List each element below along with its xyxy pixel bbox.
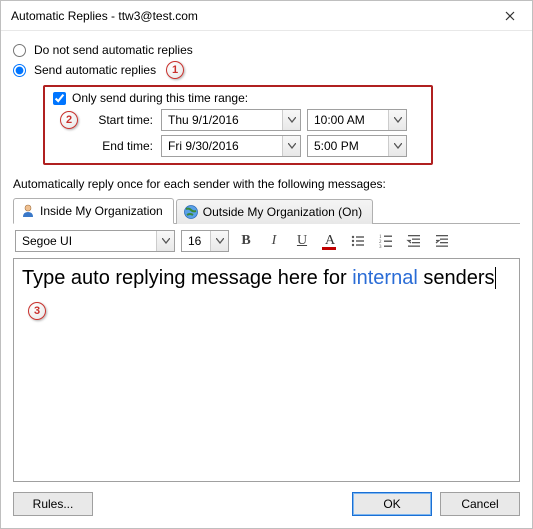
user-icon [20,203,36,219]
svg-text:3: 3 [379,245,382,249]
message-editor[interactable]: Type auto replying message here for inte… [13,258,520,482]
formatting-toolbar: Segoe UI 16 B I U A [13,224,520,258]
tab-bar: Inside My Organization Outside My Organi… [13,197,520,224]
end-date-dropdown[interactable]: Fri 9/30/2016 [161,135,301,157]
indent-button[interactable] [431,230,453,252]
chevron-down-icon [282,110,300,130]
radio-do-not-send[interactable]: Do not send automatic replies [13,43,520,57]
font-family-value: Segoe UI [22,234,156,248]
tab-outside-org[interactable]: Outside My Organization (On) [176,199,373,224]
bullet-list-button[interactable] [347,230,369,252]
color-swatch [322,247,336,250]
radio-send-input[interactable] [13,64,26,77]
close-icon [505,11,515,21]
rules-button[interactable]: Rules... [13,492,93,516]
radio-send[interactable]: Send automatic replies 1 [13,61,520,79]
instruction-text: Automatically reply once for each sender… [13,177,520,191]
font-size-dropdown[interactable]: 16 [181,230,229,252]
tab-inside-label: Inside My Organization [40,204,163,218]
chevron-down-icon [388,136,406,156]
globe-icon [183,204,199,220]
font-family-dropdown[interactable]: Segoe UI [15,230,175,252]
start-time-label: Start time: [85,113,155,127]
start-date-dropdown[interactable]: Thu 9/1/2016 [161,109,301,131]
start-time-dropdown[interactable]: 10:00 AM [307,109,407,131]
outdent-icon [406,233,422,249]
bold-button[interactable]: B [235,230,257,252]
chevron-down-icon [282,136,300,156]
chevron-down-icon [210,231,228,251]
tab-inside-org[interactable]: Inside My Organization [13,198,174,224]
annotation-1: 1 [166,61,184,79]
end-date-value: Fri 9/30/2016 [168,139,282,153]
font-color-button[interactable]: A [319,230,341,252]
editor-text-internal: internal [352,267,418,289]
dialog-window: Automatic Replies - ttw3@test.com Do not… [0,0,533,529]
outdent-button[interactable] [403,230,425,252]
only-send-label: Only send during this time range: [72,91,248,105]
tab-outside-label: Outside My Organization (On) [203,205,362,219]
font-size-value: 16 [188,234,210,248]
editor-text-prefix: Type auto replying message here for [22,267,352,289]
end-time-value: 5:00 PM [314,139,388,153]
start-date-value: Thu 9/1/2016 [168,113,282,127]
radio-send-label: Send automatic replies [34,63,156,77]
end-time-dropdown[interactable]: 5:00 PM [307,135,407,157]
dialog-footer: Rules... OK Cancel [1,482,532,528]
start-time-value: 10:00 AM [314,113,388,127]
indent-icon [434,233,450,249]
text-caret [495,267,496,289]
bullet-list-icon [350,233,366,249]
close-button[interactable] [487,1,532,31]
number-list-button[interactable]: 1 2 3 [375,230,397,252]
titlebar: Automatic Replies - ttw3@test.com [1,1,532,31]
end-time-label: End time: [85,139,155,153]
only-send-checkbox[interactable] [53,92,66,105]
window-title: Automatic Replies - ttw3@test.com [11,9,487,23]
annotation-2: 2 [60,111,78,129]
only-send-checkbox-row[interactable]: Only send during this time range: [53,91,423,105]
underline-button[interactable]: U [291,230,313,252]
italic-button[interactable]: I [263,230,285,252]
cancel-button[interactable]: Cancel [440,492,520,516]
chevron-down-icon [388,110,406,130]
ok-button[interactable]: OK [352,492,432,516]
editor-text-suffix: senders [418,267,495,289]
radio-do-not-send-label: Do not send automatic replies [34,43,193,57]
annotation-3: 3 [28,302,46,320]
number-list-icon: 1 2 3 [378,233,394,249]
chevron-down-icon [156,231,174,251]
radio-do-not-send-input[interactable] [13,44,26,57]
time-range-box: Only send during this time range: 2 Star… [43,85,433,165]
